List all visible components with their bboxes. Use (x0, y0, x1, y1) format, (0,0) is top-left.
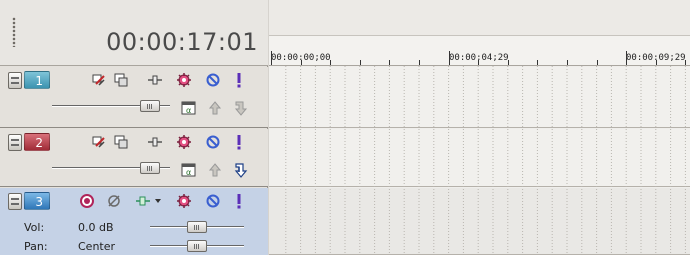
volume-label: Vol: (24, 221, 45, 234)
volume-slider[interactable] (150, 221, 244, 233)
make-compositing-child-icon[interactable] (232, 161, 250, 179)
minimize-track-button[interactable] (8, 193, 22, 210)
solo-icon[interactable] (230, 133, 248, 151)
time-ruler[interactable]: 00:00:00;00 00:00:04;29 00:00:09;29 (269, 36, 690, 66)
ruler-tick (330, 60, 331, 65)
composite-child-icon[interactable]: α (180, 99, 198, 117)
track-number-badge[interactable]: 2 (24, 133, 50, 151)
ruler-tick (449, 51, 450, 65)
ruler-tick (656, 60, 657, 65)
ruler-tick (685, 60, 686, 65)
expand-track-keyframes-icon[interactable] (90, 71, 108, 89)
slider-thumb[interactable] (187, 240, 207, 252)
make-compositing-parent-icon[interactable] (206, 99, 224, 117)
ruler-tick (597, 60, 598, 65)
ruler-tick (301, 60, 302, 65)
marker-bar[interactable] (269, 0, 690, 36)
track-number-badge[interactable]: 1 (24, 71, 50, 89)
make-compositing-child-icon[interactable] (232, 99, 250, 117)
invert-phase-icon[interactable] (105, 192, 123, 210)
track-header-pane: 00:00:17:01 1 α 2 α 3 Vol: 0.0 dB Pan: C… (0, 0, 268, 255)
composite-child-icon[interactable]: α (180, 161, 198, 179)
track-number-badge[interactable]: 3 (24, 192, 50, 210)
track-motion-icon[interactable] (146, 71, 164, 89)
minimize-track-button[interactable] (8, 134, 22, 151)
slider-thumb[interactable] (139, 162, 160, 174)
slider-thumb[interactable] (187, 221, 207, 233)
composite-level-slider[interactable] (52, 100, 170, 112)
ruler-tick (508, 60, 509, 65)
arm-for-record-icon[interactable] (78, 192, 96, 210)
mute-icon[interactable] (204, 192, 222, 210)
mute-icon[interactable] (204, 133, 222, 151)
pan-label: Pan: (24, 240, 48, 253)
solo-icon[interactable] (230, 192, 248, 210)
ruler-tick (478, 60, 479, 65)
pan-slider[interactable] (150, 240, 244, 252)
ruler-tick (626, 51, 627, 65)
track-header-2[interactable]: 2 α (0, 129, 268, 187)
ruler-tick (567, 60, 568, 65)
compositing-mode-icon[interactable] (112, 133, 130, 151)
make-compositing-parent-icon[interactable] (206, 161, 224, 179)
ruler-tick (360, 60, 361, 65)
timeline-grid (285, 66, 686, 255)
minimize-track-button[interactable] (8, 72, 22, 89)
track-fx-icon[interactable] (175, 133, 193, 151)
svg-text:α: α (186, 168, 191, 177)
track-fx-dropdown-icon[interactable] (134, 192, 168, 210)
mute-icon[interactable] (204, 71, 222, 89)
expand-track-keyframes-icon[interactable] (90, 133, 108, 151)
track-fx-icon[interactable] (175, 192, 193, 210)
ruler-tick (271, 51, 272, 65)
drag-grip-icon[interactable] (12, 17, 16, 47)
volume-value[interactable]: 0.0 dB (78, 221, 114, 234)
solo-icon[interactable] (230, 71, 248, 89)
track-fx-icon[interactable] (175, 71, 193, 89)
time-panel: 00:00:17:01 (0, 0, 268, 66)
track-header-3[interactable]: 3 Vol: 0.0 dB Pan: Center (0, 188, 268, 255)
track-header-1[interactable]: 1 α (0, 67, 268, 128)
compositing-mode-icon[interactable] (112, 71, 130, 89)
composite-level-slider[interactable] (52, 162, 170, 174)
svg-text:α: α (186, 106, 191, 115)
cursor-time-display[interactable]: 00:00:17:01 (106, 28, 258, 56)
ruler-tick (419, 60, 420, 65)
pan-value[interactable]: Center (78, 240, 115, 253)
ruler-tick (537, 60, 538, 65)
ruler-tick (389, 60, 390, 65)
slider-thumb[interactable] (139, 100, 160, 112)
track-motion-icon[interactable] (146, 133, 164, 151)
timeline-pane[interactable]: 00:00:00;00 00:00:04;29 00:00:09;29 (269, 0, 690, 255)
